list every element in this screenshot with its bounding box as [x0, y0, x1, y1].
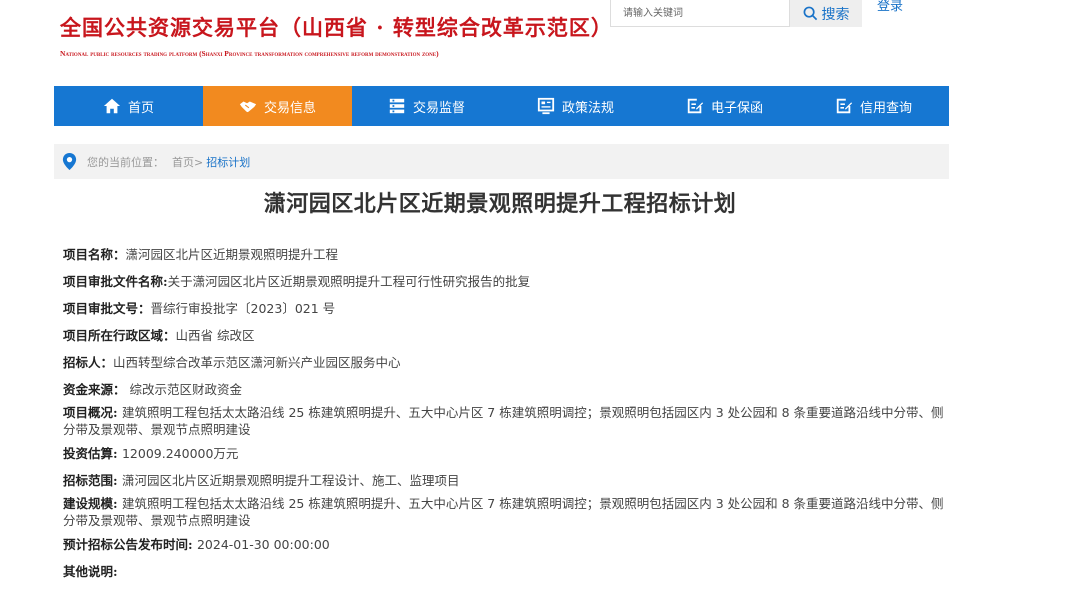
field-label: 投资估算:: [63, 446, 122, 461]
field-other-notes: 其他说明:: [63, 563, 953, 580]
field-label: 项目所在行政区域：: [63, 328, 176, 343]
location-pin-icon: [62, 153, 77, 170]
field-label: 招标范围:: [63, 473, 122, 488]
field-value: 建筑照明工程包括太太路沿线 25 栋建筑照明提升、五大中心片区 7 栋建筑照明调…: [63, 405, 944, 437]
nav-item-label: 交易监督: [412, 100, 465, 116]
document-icon: [537, 97, 555, 115]
field-label: 招标人：: [63, 355, 114, 370]
nav-item-label: 交易信息: [263, 100, 316, 116]
field-label: 预计招标公告发布时间:: [63, 537, 197, 552]
breadcrumb-home-link[interactable]: 首页>: [172, 154, 203, 170]
site-subtitle: National public resources trading platfo…: [60, 49, 439, 58]
field-value: 2024-01-30 00:00:00: [196, 537, 330, 552]
field-scope: 招标范围: 潇河园区北片区近期景观照明提升工程设计、施工、监理项目: [63, 472, 953, 489]
site-title: 全国公共资源交易平台（山西省 · 转型综合改革示范区）: [60, 15, 613, 40]
nav-item-e-guarantee[interactable]: 电子保函: [650, 86, 799, 126]
field-approval-doc: 项目审批文件名称:关于潇河园区北片区近期景观照明提升工程可行性研究报告的批复: [63, 273, 953, 290]
page-title: 潇河园区北片区近期景观照明提升工程招标计划: [263, 192, 737, 217]
field-label: 建设规模:: [63, 496, 122, 511]
home-icon: [103, 98, 121, 114]
search-input[interactable]: [610, 0, 790, 27]
field-label: 其他说明:: [63, 564, 118, 579]
nav-item-label: 政策法规: [561, 100, 614, 116]
field-region: 项目所在行政区域：山西省 综改区: [63, 327, 953, 344]
field-overview: 项目概况: 建筑照明工程包括太太路沿线 25 栋建筑照明提升、五大中心片区 7 …: [63, 404, 953, 438]
nav-item-label: 首页: [127, 100, 154, 116]
edit-icon: [687, 98, 704, 114]
breadcrumb-current-link[interactable]: 招标计划: [206, 154, 250, 170]
field-value: 潇河园区北片区近期景观照明提升工程设计、施工、监理项目: [121, 473, 460, 488]
search-button-label: 搜索: [821, 6, 850, 23]
field-project-name: 项目名称：潇河园区北片区近期景观照明提升工程: [63, 246, 953, 263]
nav-item-credit[interactable]: 信用查询: [799, 86, 948, 126]
search-icon: [803, 6, 817, 21]
field-label: 资金来源：: [63, 382, 126, 397]
field-value: 关于潇河园区北片区近期景观照明提升工程可行性研究报告的批复: [167, 274, 531, 289]
field-value: 山西转型综合改革示范区潇河新兴产业园区服务中心: [113, 355, 401, 370]
field-investment: 投资估算: 12009.240000万元: [63, 445, 953, 462]
field-label: 项目概况:: [63, 405, 122, 420]
nav-item-trade-info[interactable]: 交易信息: [203, 86, 352, 126]
field-value: 山西省 综改区: [175, 328, 255, 343]
breadcrumb: 您的当前位置： 首页> 招标计划: [54, 144, 949, 179]
field-tenderer: 招标人：山西转型综合改革示范区潇河新兴产业园区服务中心: [63, 354, 953, 371]
field-value: 12009.240000万元: [121, 446, 239, 461]
field-value: 综改示范区财政资金: [125, 382, 242, 397]
field-label: 项目名称：: [63, 247, 126, 262]
nav-item-home[interactable]: 首页: [54, 86, 203, 126]
main-nav: 首页 交易信息 交易监督 政策法规 电子保函 信用查询: [54, 86, 949, 126]
field-value: 晋综行审投批字〔2023〕021 号: [150, 301, 336, 316]
field-approval-number: 项目审批文号：晋综行审投批字〔2023〕021 号: [63, 300, 953, 317]
field-construction-scale: 建设规模: 建筑照明工程包括太太路沿线 25 栋建筑照明提升、五大中心片区 7 …: [63, 495, 953, 529]
nav-item-supervision[interactable]: 交易监督: [352, 86, 501, 126]
monitor-icon: [389, 98, 405, 114]
nav-item-policy[interactable]: 政策法规: [501, 86, 650, 126]
login-link[interactable]: 登录: [877, 0, 903, 14]
field-value: 潇河园区北片区近期景观照明提升工程: [125, 247, 339, 262]
field-publish-time: 预计招标公告发布时间: 2024-01-30 00:00:00: [63, 536, 953, 553]
search-button[interactable]: 搜索: [790, 0, 862, 27]
field-label: 项目审批文号：: [63, 301, 151, 316]
breadcrumb-prefix: 您的当前位置：: [87, 155, 164, 169]
field-value: 建筑照明工程包括太太路沿线 25 栋建筑照明提升、五大中心片区 7 栋建筑照明调…: [63, 496, 944, 528]
nav-item-label: 电子保函: [710, 100, 763, 116]
handshake-icon: [239, 101, 257, 113]
edit-icon: [836, 98, 853, 114]
field-funding: 资金来源： 综改示范区财政资金: [63, 381, 953, 398]
nav-item-label: 信用查询: [859, 100, 912, 116]
field-label: 项目审批文件名称:: [63, 274, 168, 289]
